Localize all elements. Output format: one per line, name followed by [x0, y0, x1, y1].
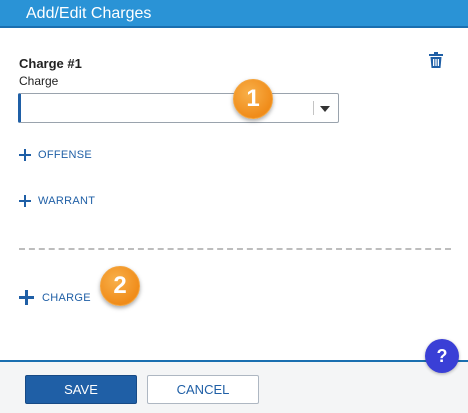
chevron-down-icon[interactable]: [320, 106, 330, 112]
section-divider: [19, 248, 451, 250]
callout-badge-1: 1: [233, 79, 273, 119]
plus-icon: [19, 195, 31, 207]
dialog-header: Add/Edit Charges: [0, 0, 468, 28]
dialog-title: Add/Edit Charges: [26, 5, 152, 22]
save-button[interactable]: SAVE: [25, 375, 137, 404]
add-warrant-link[interactable]: WARRANT: [19, 195, 95, 207]
add-offense-link[interactable]: OFFENSE: [19, 149, 92, 161]
help-button[interactable]: ?: [425, 339, 459, 373]
add-warrant-label: WARRANT: [38, 195, 96, 207]
trash-icon[interactable]: [429, 52, 443, 68]
plus-icon: [19, 149, 31, 161]
charge-field-label: Charge: [19, 74, 59, 88]
add-charge-label: CHARGE: [42, 291, 91, 304]
add-offense-label: OFFENSE: [38, 149, 93, 161]
add-charge-link[interactable]: CHARGE: [19, 290, 91, 305]
charge-select[interactable]: [18, 93, 339, 123]
select-divider: [313, 101, 314, 115]
callout-badge-2: 2: [100, 266, 140, 306]
charge-title: Charge #1: [19, 56, 82, 71]
plus-icon: [19, 290, 34, 305]
cancel-button[interactable]: CANCEL: [147, 375, 259, 404]
